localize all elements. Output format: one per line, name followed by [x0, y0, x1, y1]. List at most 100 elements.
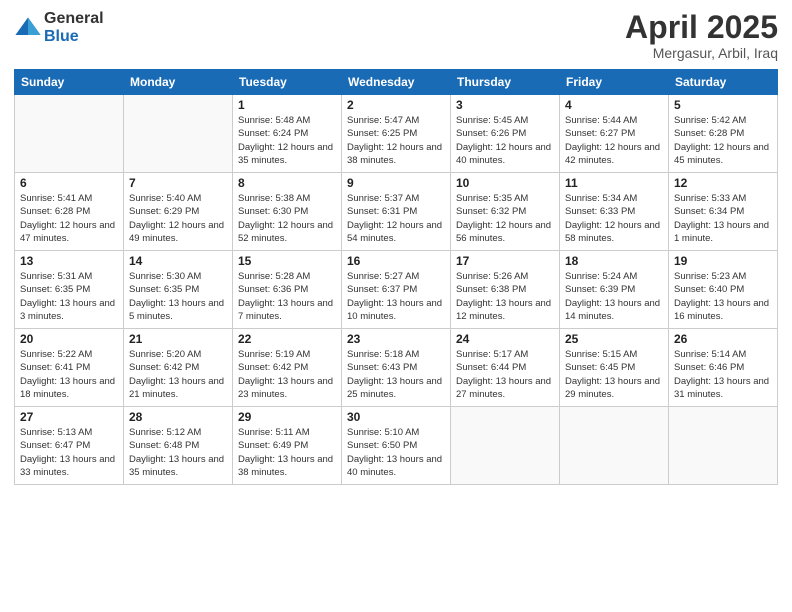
calendar-header-monday: Monday [124, 70, 233, 95]
day-info: Sunrise: 5:44 AMSunset: 6:27 PMDaylight:… [565, 114, 663, 167]
calendar-cell: 30Sunrise: 5:10 AMSunset: 6:50 PMDayligh… [342, 407, 451, 485]
calendar-cell: 24 Sunrise: 5:17 AMSunset: 6:44 PMDayligh… [451, 329, 560, 407]
calendar-header-thursday: Thursday [451, 70, 560, 95]
day-info: Sunrise: 5:26 AMSunset: 6:38 PMDaylight:… [456, 270, 554, 323]
calendar-cell: 16Sunrise: 5:27 AMSunset: 6:37 PMDayligh… [342, 251, 451, 329]
day-number: 30 [347, 410, 445, 424]
day-info: Sunrise: 5:13 AMSunset: 6:47 PMDaylight:… [20, 426, 118, 479]
day-number: 17 [456, 254, 554, 268]
calendar-cell: 8Sunrise: 5:38 AMSunset: 6:30 PMDaylight… [233, 173, 342, 251]
day-info: Sunrise: 5:38 AMSunset: 6:30 PMDaylight:… [238, 192, 336, 245]
calendar-cell: 14Sunrise: 5:30 AMSunset: 6:35 PMDayligh… [124, 251, 233, 329]
day-number: 10 [456, 176, 554, 190]
day-number: 2 [347, 98, 445, 112]
calendar-cell: 15 Sunrise: 5:28 AMSunset: 6:36 PMDayligh… [233, 251, 342, 329]
day-info: Sunrise: 5:37 AMSunset: 6:31 PMDaylight:… [347, 192, 445, 245]
day-number: 24 [456, 332, 554, 346]
day-info: Sunrise: 5:14 AMSunset: 6:46 PMDaylight:… [674, 348, 772, 401]
day-number: 15 [238, 254, 336, 268]
day-info: Sunrise: 5:35 AMSunset: 6:32 PMDaylight:… [456, 192, 554, 245]
day-info: Sunrise: 5:31 AMSunset: 6:35 PMDaylight:… [20, 270, 118, 323]
day-number: 4 [565, 98, 663, 112]
calendar-header-tuesday: Tuesday [233, 70, 342, 95]
page: General Blue April 2025 Mergasur, Arbil,… [0, 0, 792, 612]
calendar-cell: 12 Sunrise: 5:33 AMSunset: 6:34 PMDayligh… [669, 173, 778, 251]
calendar-cell: 23Sunrise: 5:18 AMSunset: 6:43 PMDayligh… [342, 329, 451, 407]
calendar-table: SundayMondayTuesdayWednesdayThursdayFrid… [14, 69, 778, 485]
day-info: Sunrise: 5:20 AMSunset: 6:42 PMDaylight:… [129, 348, 227, 401]
calendar-cell: 26Sunrise: 5:14 AMSunset: 6:46 PMDayligh… [669, 329, 778, 407]
day-info: Sunrise: 5:23 AMSunset: 6:40 PMDaylight:… [674, 270, 772, 323]
calendar-cell: 10 Sunrise: 5:35 AMSunset: 6:32 PMDayligh… [451, 173, 560, 251]
calendar-cell [15, 95, 124, 173]
calendar-week-row: 13 Sunrise: 5:31 AMSunset: 6:35 PMDayligh… [15, 251, 778, 329]
day-number: 19 [674, 254, 772, 268]
calendar-cell [124, 95, 233, 173]
calendar-cell: 11 Sunrise: 5:34 AMSunset: 6:33 PMDayligh… [560, 173, 669, 251]
day-info: Sunrise: 5:17 AMSunset: 6:44 PMDaylight:… [456, 348, 554, 401]
day-info: Sunrise: 5:12 AMSunset: 6:48 PMDaylight:… [129, 426, 227, 479]
calendar-cell: 3 Sunrise: 5:45 AMSunset: 6:26 PMDaylight… [451, 95, 560, 173]
logo: General Blue [14, 10, 104, 45]
month-title: April 2025 [625, 10, 778, 45]
calendar-header-row: SundayMondayTuesdayWednesdayThursdayFrid… [15, 70, 778, 95]
day-info: Sunrise: 5:19 AMSunset: 6:42 PMDaylight:… [238, 348, 336, 401]
calendar-cell: 27 Sunrise: 5:13 AMSunset: 6:47 PMDayligh… [15, 407, 124, 485]
day-number: 18 [565, 254, 663, 268]
day-number: 22 [238, 332, 336, 346]
calendar-week-row: 1 Sunrise: 5:48 AMSunset: 6:24 PMDaylight… [15, 95, 778, 173]
subtitle: Mergasur, Arbil, Iraq [625, 45, 778, 61]
calendar-cell: 20 Sunrise: 5:22 AMSunset: 6:41 PMDayligh… [15, 329, 124, 407]
day-number: 14 [129, 254, 227, 268]
day-info: Sunrise: 5:22 AMSunset: 6:41 PMDaylight:… [20, 348, 118, 401]
calendar-week-row: 6 Sunrise: 5:41 AMSunset: 6:28 PMDaylight… [15, 173, 778, 251]
calendar-week-row: 27 Sunrise: 5:13 AMSunset: 6:47 PMDayligh… [15, 407, 778, 485]
calendar-cell [451, 407, 560, 485]
day-number: 20 [20, 332, 118, 346]
calendar-cell: 19 Sunrise: 5:23 AMSunset: 6:40 PMDayligh… [669, 251, 778, 329]
day-number: 23 [347, 332, 445, 346]
day-info: Sunrise: 5:45 AMSunset: 6:26 PMDaylight:… [456, 114, 554, 167]
day-number: 1 [238, 98, 336, 112]
day-number: 12 [674, 176, 772, 190]
calendar-cell: 7Sunrise: 5:40 AMSunset: 6:29 PMDaylight… [124, 173, 233, 251]
calendar-cell: 18 Sunrise: 5:24 AMSunset: 6:39 PMDayligh… [560, 251, 669, 329]
day-number: 6 [20, 176, 118, 190]
calendar-week-row: 20 Sunrise: 5:22 AMSunset: 6:41 PMDayligh… [15, 329, 778, 407]
calendar-cell: 9Sunrise: 5:37 AMSunset: 6:31 PMDaylight… [342, 173, 451, 251]
day-number: 3 [456, 98, 554, 112]
day-info: Sunrise: 5:47 AMSunset: 6:25 PMDaylight:… [347, 114, 445, 167]
title-area: April 2025 Mergasur, Arbil, Iraq [625, 10, 778, 61]
day-number: 21 [129, 332, 227, 346]
day-number: 27 [20, 410, 118, 424]
day-info: Sunrise: 5:24 AMSunset: 6:39 PMDaylight:… [565, 270, 663, 323]
day-info: Sunrise: 5:34 AMSunset: 6:33 PMDaylight:… [565, 192, 663, 245]
calendar-cell [669, 407, 778, 485]
calendar-header-sunday: Sunday [15, 70, 124, 95]
logo-text: General Blue [44, 10, 104, 45]
calendar-cell: 21 Sunrise: 5:20 AMSunset: 6:42 PMDayligh… [124, 329, 233, 407]
calendar-cell: 13 Sunrise: 5:31 AMSunset: 6:35 PMDayligh… [15, 251, 124, 329]
calendar-cell: 2 Sunrise: 5:47 AMSunset: 6:25 PMDaylight… [342, 95, 451, 173]
day-number: 5 [674, 98, 772, 112]
day-info: Sunrise: 5:15 AMSunset: 6:45 PMDaylight:… [565, 348, 663, 401]
calendar-header-friday: Friday [560, 70, 669, 95]
calendar-cell: 4 Sunrise: 5:44 AMSunset: 6:27 PMDaylight… [560, 95, 669, 173]
calendar-cell: 28Sunrise: 5:12 AMSunset: 6:48 PMDayligh… [124, 407, 233, 485]
logo-blue: Blue [44, 28, 104, 46]
day-number: 11 [565, 176, 663, 190]
day-info: Sunrise: 5:28 AMSunset: 6:36 PMDaylight:… [238, 270, 336, 323]
day-info: Sunrise: 5:27 AMSunset: 6:37 PMDaylight:… [347, 270, 445, 323]
calendar-cell [560, 407, 669, 485]
day-info: Sunrise: 5:41 AMSunset: 6:28 PMDaylight:… [20, 192, 118, 245]
day-number: 29 [238, 410, 336, 424]
day-number: 13 [20, 254, 118, 268]
day-info: Sunrise: 5:42 AMSunset: 6:28 PMDaylight:… [674, 114, 772, 167]
calendar-header-wednesday: Wednesday [342, 70, 451, 95]
calendar-cell: 22 Sunrise: 5:19 AMSunset: 6:42 PMDayligh… [233, 329, 342, 407]
day-info: Sunrise: 5:40 AMSunset: 6:29 PMDaylight:… [129, 192, 227, 245]
calendar-cell: 25Sunrise: 5:15 AMSunset: 6:45 PMDayligh… [560, 329, 669, 407]
calendar-cell: 17 Sunrise: 5:26 AMSunset: 6:38 PMDayligh… [451, 251, 560, 329]
day-info: Sunrise: 5:48 AMSunset: 6:24 PMDaylight:… [238, 114, 336, 167]
day-info: Sunrise: 5:33 AMSunset: 6:34 PMDaylight:… [674, 192, 772, 245]
